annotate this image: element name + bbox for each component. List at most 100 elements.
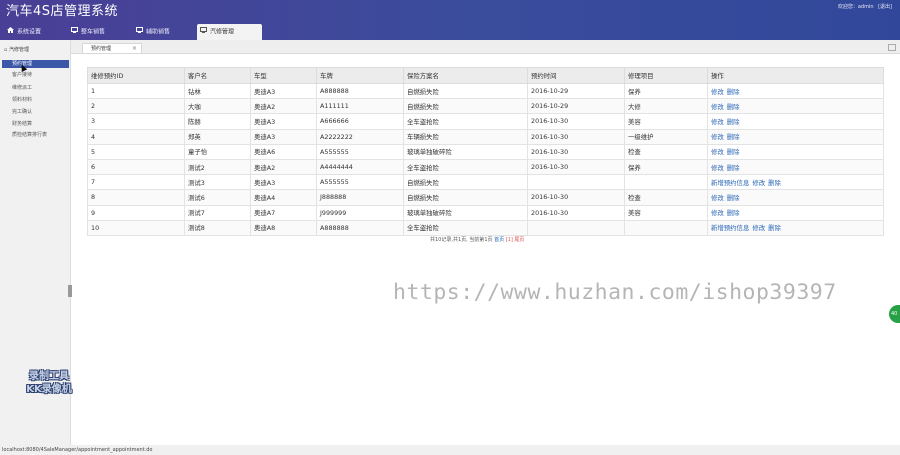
delete-link[interactable]: 删除 (727, 88, 740, 96)
table-row: 8 测试6 奥迪A4 J888888 自燃损失险 2016-10-30 检查 修改 删除 (87, 189, 884, 206)
cell-plan: 车辆损失险 (403, 128, 528, 145)
delete-link[interactable]: 删除 (768, 179, 781, 187)
cell-id: 3 (87, 113, 185, 130)
table-row: 7 测试3 奥迪A3 A555555 自燃损失险 新增预约信息 修改 删除 (87, 174, 884, 191)
cell-plan: 玻璃单独破碎险 (403, 143, 528, 160)
col-header: 车牌 (316, 67, 404, 84)
cell-model: 奥迪A3 (250, 113, 317, 130)
close-icon[interactable]: × (132, 44, 137, 54)
cell-model: 奥迪A4 (250, 189, 317, 206)
tab-aux-sales[interactable]: 辅助销售 (133, 24, 196, 40)
cell-item: 一级维护 (624, 128, 708, 145)
edit-link[interactable]: 修改 (752, 224, 765, 232)
cell-actions: 修改 删除 (707, 189, 884, 206)
status-url: localhost:8080/4SaleManager/appointment_… (2, 447, 153, 453)
recorder-logo: 录制工具 KK录像机 (26, 371, 72, 395)
delete-link[interactable]: 删除 (727, 118, 740, 126)
table-row: 3 陈赫 奥迪A3 A666666 全车盗抢险 2016-10-30 美容 修改 删除 (87, 113, 884, 130)
cell-id: 9 (87, 204, 185, 221)
cell-model: 奥迪A2 (250, 98, 317, 115)
delete-link[interactable]: 删除 (727, 133, 740, 141)
tab-repair-management[interactable]: 汽修管理 (197, 24, 262, 40)
cell-plate: J888888 (316, 189, 404, 206)
sidebar-item-materials[interactable]: 领料材料 (12, 96, 32, 103)
cell-item (624, 174, 708, 191)
cell-plate: A555555 (316, 143, 404, 160)
cell-item: 检查 (624, 143, 708, 160)
maximize-icon[interactable] (888, 44, 896, 51)
edit-link[interactable]: 修改 (711, 103, 724, 111)
pagination: 共10记录,共1页, 当前第1页 首页 [1] 尾页 (430, 236, 524, 243)
col-header: 操作 (707, 67, 884, 84)
add-appointment-link[interactable]: 新增预约信息 (711, 224, 749, 232)
cell-name: 测试8 (184, 219, 251, 236)
cell-name: 测试6 (184, 189, 251, 206)
edit-link[interactable]: 修改 (752, 179, 765, 187)
cell-name: 郑英 (184, 128, 251, 145)
cell-item: 美容 (624, 113, 708, 130)
delete-link[interactable]: 删除 (727, 194, 740, 202)
edit-link[interactable]: 修改 (711, 118, 724, 126)
pager-last-link[interactable]: 尾页 (514, 237, 524, 243)
monitor-icon (200, 24, 207, 40)
tab-label: 系统设置 (17, 28, 42, 36)
pager-current-page[interactable]: [1] (506, 237, 513, 243)
content-tab-appointment[interactable]: 预约管理 × (82, 43, 142, 53)
cell-name: 测试2 (184, 158, 251, 176)
cell-plate: A666666 (316, 113, 404, 130)
app-title: 汽车4S店管理系统 (6, 4, 119, 19)
sidebar-item-dispatch[interactable]: 维修派工 (12, 84, 32, 91)
edit-link[interactable]: 修改 (711, 209, 724, 217)
cell-plate: J999999 (316, 204, 404, 221)
cell-name: 测试3 (184, 174, 251, 191)
cell-actions: 修改 删除 (707, 113, 884, 130)
cell-id: 7 (87, 174, 185, 191)
cell-actions: 修改 删除 (707, 128, 884, 145)
table-row: 9 测试7 奥迪A7 J999999 玻璃单独破碎险 2016-10-30 美容 修改 删除 (87, 204, 884, 221)
cell-model: 奥迪A2 (250, 158, 317, 176)
cell-model: 奥迪A7 (250, 204, 317, 221)
floating-badge-button[interactable]: 40 (889, 305, 900, 323)
edit-link[interactable]: 修改 (711, 88, 724, 96)
tab-vehicle-sales[interactable]: 整车销售 (68, 24, 131, 40)
cell-id: 6 (87, 158, 185, 176)
sidebar-toggle-handle[interactable] (68, 285, 72, 297)
sidebar-heading[interactable]: ▫ 汽修管理 (4, 46, 29, 53)
sidebar-item-completion[interactable]: 完工确认 (12, 108, 32, 115)
delete-link[interactable]: 删除 (768, 224, 781, 232)
delete-link[interactable]: 删除 (727, 103, 740, 111)
cell-name: 测试7 (184, 204, 251, 221)
cell-plan: 自燃损失险 (403, 82, 528, 100)
edit-link[interactable]: 修改 (711, 164, 724, 172)
tab-label: 汽修管理 (210, 28, 235, 36)
cell-item (624, 219, 708, 236)
cell-name: 陈赫 (184, 113, 251, 130)
table-row: 10 测试8 奥迪A8 A888888 全车盗抢险 新增预约信息 修改 删除 (87, 219, 884, 236)
browser-status-bar: localhost:8080/4SaleManager/appointment_… (0, 445, 900, 455)
cell-item: 大修 (624, 98, 708, 115)
cell-id: 2 (87, 98, 185, 115)
sidebar-item-ranking[interactable]: 质检结算排行表 (12, 131, 47, 138)
cell-item: 保养 (624, 82, 708, 100)
cell-plan: 自燃损失险 (403, 174, 528, 191)
logout-link[interactable]: [退出] (878, 4, 892, 10)
delete-link[interactable]: 删除 (727, 209, 740, 217)
sidebar-item-reception[interactable]: 客户接待 (12, 71, 32, 78)
edit-link[interactable]: 修改 (711, 133, 724, 141)
cell-name: 大咖 (184, 98, 251, 115)
sidebar-item-appointment[interactable]: 预约管理 (2, 60, 69, 68)
delete-link[interactable]: 删除 (727, 164, 740, 172)
pager-first-link[interactable]: 首页 (494, 237, 504, 243)
edit-link[interactable]: 修改 (711, 148, 724, 156)
cell-time: 2016-10-29 (527, 98, 625, 115)
add-appointment-link[interactable]: 新增预约信息 (711, 179, 749, 187)
tab-system-settings[interactable]: 系统设置 (4, 24, 67, 40)
delete-link[interactable]: 删除 (727, 148, 740, 156)
home-icon (7, 24, 14, 40)
table-row: 5 童子怡 奥迪A6 A555555 玻璃单独破碎险 2016-10-30 检查 修改 删除 (87, 143, 884, 160)
edit-link[interactable]: 修改 (711, 194, 724, 202)
sidebar-item-finance[interactable]: 财务结算 (12, 120, 32, 127)
col-header: 预约时间 (527, 67, 625, 84)
cell-model: 奥迪A3 (250, 128, 317, 145)
appointment-table: 维修预约ID 客户名 车型 车牌 保险方案名 预约时间 修理项目 操作 1 钻林奥… (87, 67, 884, 236)
